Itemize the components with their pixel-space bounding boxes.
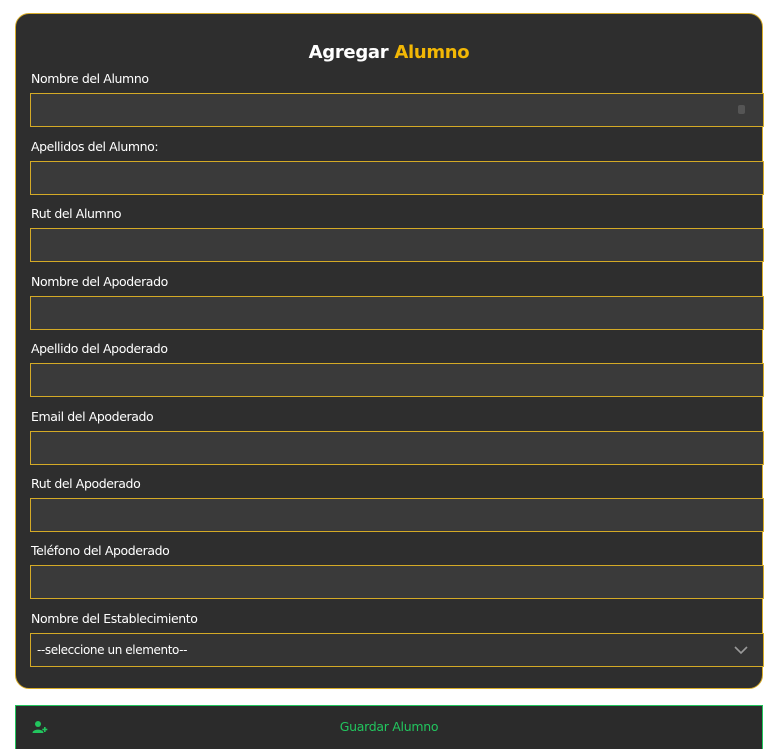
form-title-part1: Agregar	[308, 42, 389, 63]
guardian-email-label: Email del Apoderado	[31, 409, 154, 424]
student-lastname-input[interactable]	[31, 162, 763, 194]
guardian-rut-field[interactable]	[30, 498, 764, 532]
guardian-phone-input[interactable]	[31, 566, 763, 598]
guardian-name-label: Nombre del Apoderado	[31, 274, 168, 289]
guardian-phone-field[interactable]	[30, 565, 764, 599]
student-name-field[interactable]	[30, 93, 764, 127]
guardian-phone-label: Teléfono del Apoderado	[31, 543, 170, 558]
guardian-name-field[interactable]	[30, 296, 764, 330]
form-title: Agregar Alumno	[16, 42, 762, 63]
guardian-lastname-field[interactable]	[30, 363, 764, 397]
student-rut-label: Rut del Alumno	[31, 206, 122, 221]
student-rut-field[interactable]	[30, 228, 764, 262]
student-lastname-label: Apellidos del Alumno:	[31, 139, 159, 154]
guardian-lastname-label: Apellido del Apoderado	[31, 341, 168, 356]
guardian-lastname-input[interactable]	[31, 364, 763, 396]
save-student-label: Guardar Alumno	[339, 719, 439, 734]
student-rut-input[interactable]	[31, 229, 763, 261]
school-select-value: --seleccione un elemento--	[37, 643, 188, 657]
autofill-icon[interactable]	[738, 105, 745, 114]
guardian-name-input[interactable]	[31, 297, 763, 329]
chevron-down-icon	[734, 646, 748, 655]
form-title-part2: Alumno	[394, 42, 470, 63]
guardian-rut-input[interactable]	[31, 499, 763, 531]
student-name-input[interactable]	[31, 94, 763, 126]
guardian-email-input[interactable]	[31, 432, 763, 464]
guardian-email-field[interactable]	[30, 431, 764, 465]
guardian-rut-label: Rut del Apoderado	[31, 476, 141, 491]
student-name-label: Nombre del Alumno	[31, 71, 149, 86]
save-student-button[interactable]: Guardar Alumno	[15, 705, 763, 749]
student-lastname-field[interactable]	[30, 161, 764, 195]
school-name-label: Nombre del Establecimiento	[31, 611, 198, 626]
school-select[interactable]: --seleccione un elemento--	[30, 633, 764, 667]
